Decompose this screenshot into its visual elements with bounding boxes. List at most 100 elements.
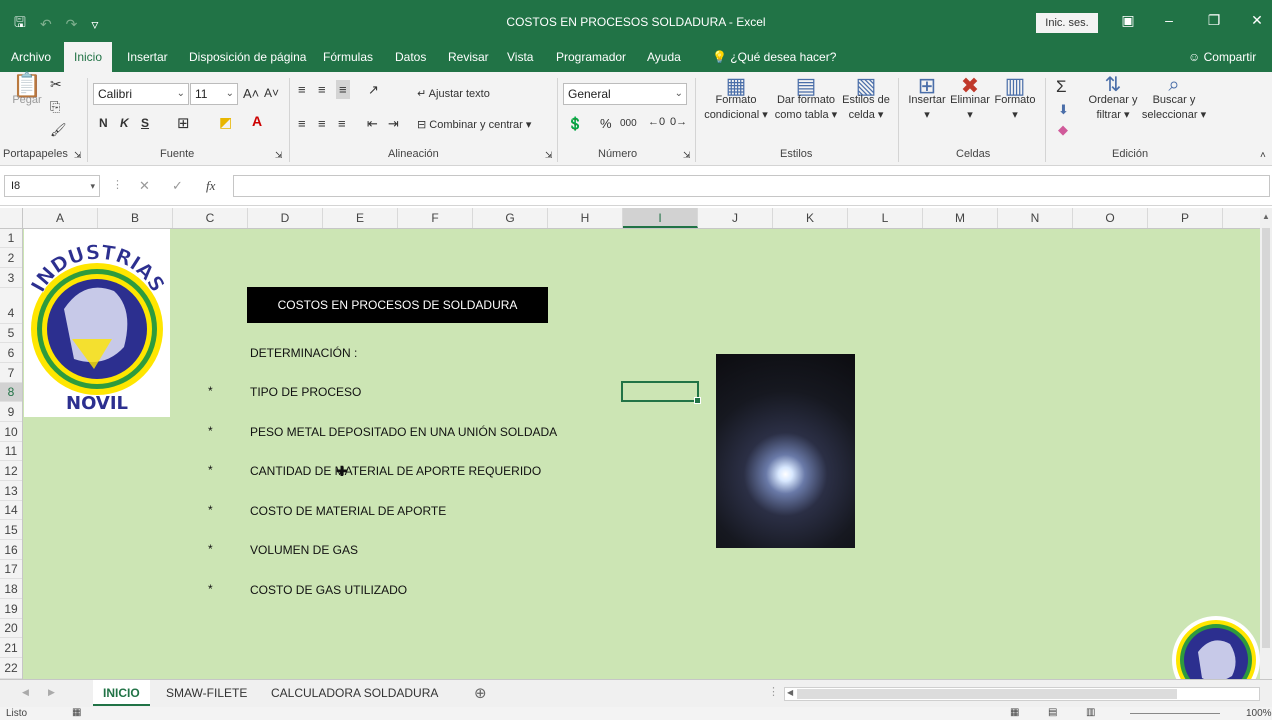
row-header[interactable]: 6 [0, 343, 22, 363]
font-launcher-icon[interactable]: ⇲ [275, 150, 283, 161]
vertical-scrollbar[interactable]: ▲ [1260, 208, 1272, 679]
undo-icon[interactable]: ↶ [40, 16, 52, 33]
cancel-icon[interactable]: ✕ [139, 178, 150, 194]
align-top-icon[interactable]: ≡ [298, 82, 306, 97]
column-header[interactable]: M [923, 208, 998, 228]
font-color-icon[interactable]: A [252, 113, 262, 129]
redo-icon[interactable]: ↷ [66, 16, 78, 33]
row-header[interactable]: 18 [0, 579, 22, 599]
column-header[interactable]: G [473, 208, 548, 228]
tab-datos[interactable]: Datos [385, 42, 436, 72]
tab-programador[interactable]: Programador [546, 42, 636, 72]
row-header[interactable]: 15 [0, 520, 22, 540]
column-header[interactable]: C [173, 208, 248, 228]
italic-button[interactable]: K [120, 116, 129, 130]
format-painter-icon[interactable]: 🖌 [50, 122, 67, 138]
page-layout-view-icon[interactable]: ▤ [1048, 707, 1057, 718]
increase-decimal-icon[interactable]: ←0 [648, 116, 665, 128]
conditional-format-button[interactable]: ▦ Formato condicional ▾ [701, 75, 771, 123]
column-header[interactable]: A [23, 208, 98, 228]
row-header[interactable]: 10 [0, 422, 22, 442]
align-bottom-icon[interactable]: ≡ [336, 80, 350, 99]
select-all-corner[interactable] [0, 208, 23, 228]
row-header[interactable]: 19 [0, 599, 22, 619]
clear-icon[interactable]: ◆ [1058, 122, 1068, 138]
formula-input[interactable] [233, 175, 1270, 197]
scrollbar-thumb[interactable] [1262, 228, 1270, 648]
align-left-icon[interactable]: ≡ [298, 116, 306, 131]
borders-icon[interactable]: ⊞ [177, 114, 190, 132]
row-header-selected[interactable]: 8 [0, 383, 22, 402]
orientation-icon[interactable]: ↗ [368, 82, 379, 98]
bold-button[interactable]: N [99, 116, 108, 130]
alignment-launcher-icon[interactable]: ⇲ [545, 150, 553, 161]
autosum-icon[interactable]: Σ [1056, 77, 1067, 97]
column-header[interactable]: N [998, 208, 1073, 228]
clipboard-launcher-icon[interactable]: ⇲ [74, 150, 82, 161]
column-header[interactable]: L [848, 208, 923, 228]
zoom-slider[interactable] [1130, 713, 1220, 714]
insert-cells-button[interactable]: ⊞ Insertar ▾ [904, 75, 950, 123]
worksheet-grid[interactable]: INDUSTRIAS NOVIL COSTOS EN PROCESOS DE S… [23, 229, 1260, 679]
underline-button[interactable]: S [141, 116, 149, 130]
row-header[interactable]: 22 [0, 658, 22, 679]
scroll-tabs-left-icon[interactable]: ◀ [22, 687, 29, 698]
paste-button[interactable]: 📋 Pegar [8, 74, 46, 108]
wrap-text-button[interactable]: ↵ Ajustar texto [417, 87, 490, 100]
horizontal-scrollbar[interactable]: ◀ [784, 687, 1260, 701]
tab-revisar[interactable]: Revisar [438, 42, 499, 72]
font-name-select[interactable]: Calibri ⌄ [93, 83, 189, 105]
tab-vista[interactable]: Vista [497, 42, 543, 72]
row-header[interactable]: 2 [0, 248, 22, 268]
add-sheet-icon[interactable]: ⊕ [474, 684, 487, 702]
save-icon[interactable]: 🖫 [14, 12, 26, 36]
sign-in-button[interactable]: Inic. ses. [1036, 13, 1098, 33]
customize-qat-icon[interactable]: ▿ [91, 16, 98, 33]
tell-me-search[interactable]: 💡 ¿Qué desea hacer? [702, 42, 846, 72]
column-header[interactable]: D [248, 208, 323, 228]
align-middle-icon[interactable]: ≡ [318, 82, 326, 97]
tab-archivo[interactable]: Archivo [1, 42, 61, 72]
collapse-ribbon-icon[interactable]: ˄ [1260, 150, 1266, 161]
font-size-select[interactable]: 11 ⌄ [190, 83, 238, 105]
merge-center-button[interactable]: ⊟ Combinar y centrar ▾ [417, 118, 531, 131]
row-header[interactable]: 20 [0, 619, 22, 638]
tab-inicio[interactable]: Inicio [64, 42, 113, 72]
sheet-tab-inicio[interactable]: INICIO [93, 680, 150, 706]
row-header[interactable]: 16 [0, 540, 22, 560]
format-cells-button[interactable]: ▥ Formato ▾ [992, 75, 1038, 123]
tab-insertar[interactable]: Insertar [117, 42, 178, 72]
fill-icon[interactable]: ⬇ [1058, 102, 1069, 118]
fill-color-icon[interactable]: ◩ [219, 114, 232, 131]
restore-icon[interactable]: ❐ [1199, 12, 1229, 29]
row-header[interactable]: 13 [0, 481, 22, 501]
tab-split-handle-icon[interactable]: ⋮ [768, 685, 779, 698]
row-header[interactable]: 11 [0, 442, 22, 461]
cell-styles-button[interactable]: ▧ Estilos de celda ▾ [840, 75, 892, 123]
row-header[interactable]: 17 [0, 560, 22, 579]
currency-icon[interactable]: 💲 [567, 116, 583, 132]
column-header[interactable]: J [698, 208, 773, 228]
row-header[interactable]: 4 [0, 288, 22, 324]
find-select-button[interactable]: ⌕ Buscar y seleccionar ▾ [1140, 75, 1208, 123]
column-header[interactable]: F [398, 208, 473, 228]
row-header[interactable]: 3 [0, 268, 22, 288]
insert-function-icon[interactable]: fx [206, 178, 215, 194]
row-header[interactable]: 7 [0, 363, 22, 383]
format-as-table-button[interactable]: ▤ Dar formato como tabla ▾ [772, 75, 840, 123]
name-box[interactable]: I8 ▾ [4, 175, 100, 197]
zoom-level[interactable]: 100% [1246, 708, 1272, 719]
decrease-indent-icon[interactable]: ⇤ [367, 116, 378, 132]
cut-icon[interactable]: ✂ [50, 76, 62, 93]
delete-cells-button[interactable]: ✖ Eliminar ▾ [947, 75, 993, 123]
minimize-icon[interactable]: – [1154, 12, 1184, 28]
tab-formulas[interactable]: Fórmulas [313, 42, 383, 72]
scroll-left-icon[interactable]: ◀ [787, 688, 793, 697]
close-icon[interactable]: ✕ [1242, 12, 1272, 29]
enter-icon[interactable]: ✓ [172, 178, 183, 194]
number-format-select[interactable]: General ⌄ [563, 83, 687, 105]
number-launcher-icon[interactable]: ⇲ [683, 150, 691, 161]
page-break-view-icon[interactable]: ▥ [1086, 707, 1095, 718]
active-cell[interactable] [621, 381, 701, 404]
increase-font-icon[interactable]: A˄ [243, 86, 259, 101]
